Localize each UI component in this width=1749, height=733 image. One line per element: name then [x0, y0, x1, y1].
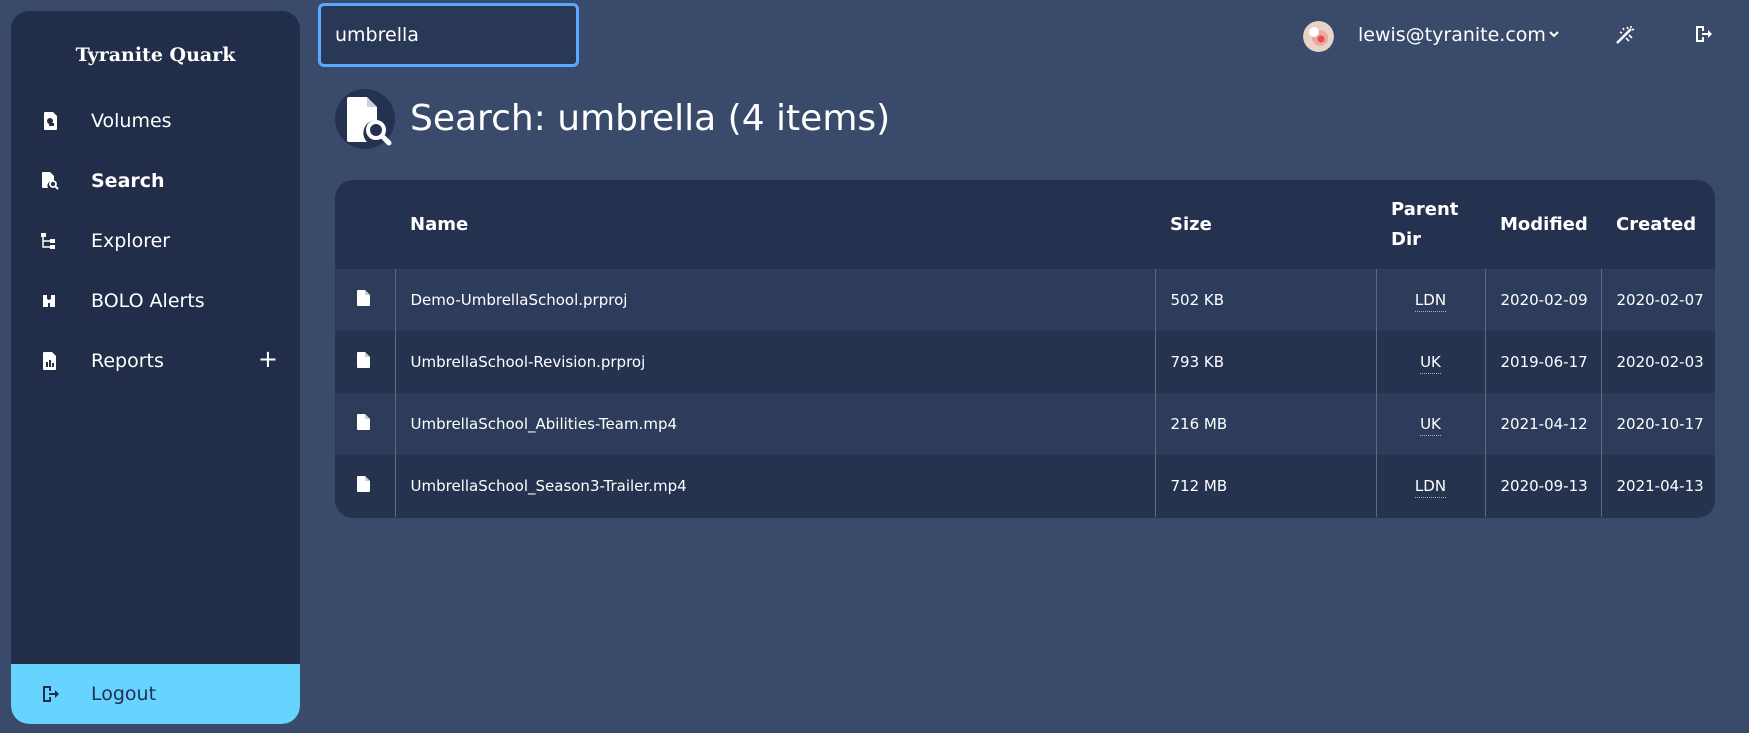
file-icon [357, 414, 370, 434]
binoculars-icon [39, 290, 61, 312]
parent-dir-cell: LDN [1375, 269, 1485, 331]
report-icon [39, 350, 61, 372]
sign-out-icon[interactable] [1694, 24, 1714, 48]
logout-button[interactable]: Logout [11, 664, 300, 724]
modified-date: 2020-02-09 [1484, 269, 1601, 331]
file-name[interactable]: Demo-UmbrellaSchool.prproj [394, 269, 1155, 331]
file-icon [357, 290, 370, 310]
sidebar-item-label: Volumes [91, 110, 172, 132]
search-results-table: Name Size Parent Dir Modified Created De… [335, 180, 1715, 518]
page-title: Search: umbrella (4 items) [410, 98, 891, 139]
header-name[interactable]: Name [395, 180, 1155, 269]
file-name[interactable]: UmbrellaSchool_Abilities-Team.mp4 [394, 393, 1155, 455]
file-icon-cell [335, 393, 395, 455]
created-date: 2021-04-13 [1600, 455, 1715, 517]
sidebar-item-label: Explorer [91, 230, 171, 252]
user-email[interactable]: lewis@tyranite.com [1358, 24, 1546, 46]
file-icon [357, 352, 370, 372]
file-icon-cell [335, 269, 395, 331]
file-icon [357, 476, 370, 496]
file-name[interactable]: UmbrellaSchool_Season3-Trailer.mp4 [394, 455, 1155, 517]
sidebar-item-bolo-alerts[interactable]: BOLO Alerts [11, 271, 300, 331]
header-modified[interactable]: Modified [1485, 180, 1601, 269]
parent-dir-link[interactable]: LDN [1414, 477, 1447, 498]
table-row[interactable]: UmbrellaSchool-Revision.prproj 793 KB UK… [335, 331, 1715, 393]
chevron-down-icon[interactable] [1547, 26, 1561, 45]
sd-card-icon [39, 110, 61, 132]
sidebar-item-reports[interactable]: Reports + [11, 331, 300, 391]
parent-dir-link[interactable]: LDN [1414, 291, 1447, 312]
file-size: 216 MB [1154, 393, 1376, 455]
parent-dir-cell: UK [1375, 393, 1485, 455]
table-row[interactable]: UmbrellaSchool_Season3-Trailer.mp4 712 M… [335, 455, 1715, 517]
table-row[interactable]: Demo-UmbrellaSchool.prproj 502 KB LDN 20… [335, 269, 1715, 331]
sidebar-nav: Volumes Search Explorer BOLO Alerts Repo… [11, 91, 300, 391]
modified-date: 2021-04-12 [1484, 393, 1601, 455]
table-header-row: Name Size Parent Dir Modified Created [335, 180, 1715, 269]
file-icon-cell [335, 455, 395, 517]
file-size: 712 MB [1154, 455, 1376, 517]
modified-date: 2019-06-17 [1484, 331, 1601, 393]
header-created[interactable]: Created [1601, 180, 1715, 269]
avatar[interactable] [1303, 21, 1334, 52]
app-title: Tyranite Quark [75, 44, 236, 66]
expand-reports-button[interactable]: + [258, 347, 278, 371]
sidebar-item-volumes[interactable]: Volumes [11, 91, 300, 151]
file-search-icon [335, 89, 395, 149]
magic-wand-icon[interactable] [1614, 24, 1636, 50]
sidebar-item-explorer[interactable]: Explorer [11, 211, 300, 271]
created-date: 2020-02-07 [1600, 269, 1715, 331]
sidebar: Tyranite Quark Volumes Search Explorer B… [11, 11, 300, 724]
sidebar-item-label: BOLO Alerts [91, 290, 205, 312]
header-icon-spacer [335, 180, 395, 269]
logout-label: Logout [91, 683, 157, 705]
parent-dir-cell: UK [1375, 331, 1485, 393]
sidebar-item-search[interactable]: Search [11, 151, 300, 211]
header-size[interactable]: Size [1155, 180, 1376, 269]
header-parent-dir[interactable]: Parent Dir [1376, 180, 1485, 269]
file-icon-cell [335, 331, 395, 393]
tree-icon [39, 230, 61, 252]
file-name[interactable]: UmbrellaSchool-Revision.prproj [394, 331, 1155, 393]
parent-dir-cell: LDN [1375, 455, 1485, 517]
modified-date: 2020-09-13 [1484, 455, 1601, 517]
search-input[interactable] [318, 3, 579, 67]
created-date: 2020-10-17 [1600, 393, 1715, 455]
sidebar-item-label: Search [91, 170, 165, 192]
table-row[interactable]: UmbrellaSchool_Abilities-Team.mp4 216 MB… [335, 393, 1715, 455]
header-parent-dir-label: Parent Dir [1391, 198, 1459, 250]
created-date: 2020-02-03 [1600, 331, 1715, 393]
parent-dir-link[interactable]: UK [1420, 353, 1441, 374]
parent-dir-link[interactable]: UK [1420, 415, 1441, 436]
sidebar-item-label: Reports [91, 350, 164, 372]
logout-icon [39, 683, 61, 705]
file-search-icon [39, 170, 61, 192]
file-size: 502 KB [1154, 269, 1376, 331]
file-size: 793 KB [1154, 331, 1376, 393]
